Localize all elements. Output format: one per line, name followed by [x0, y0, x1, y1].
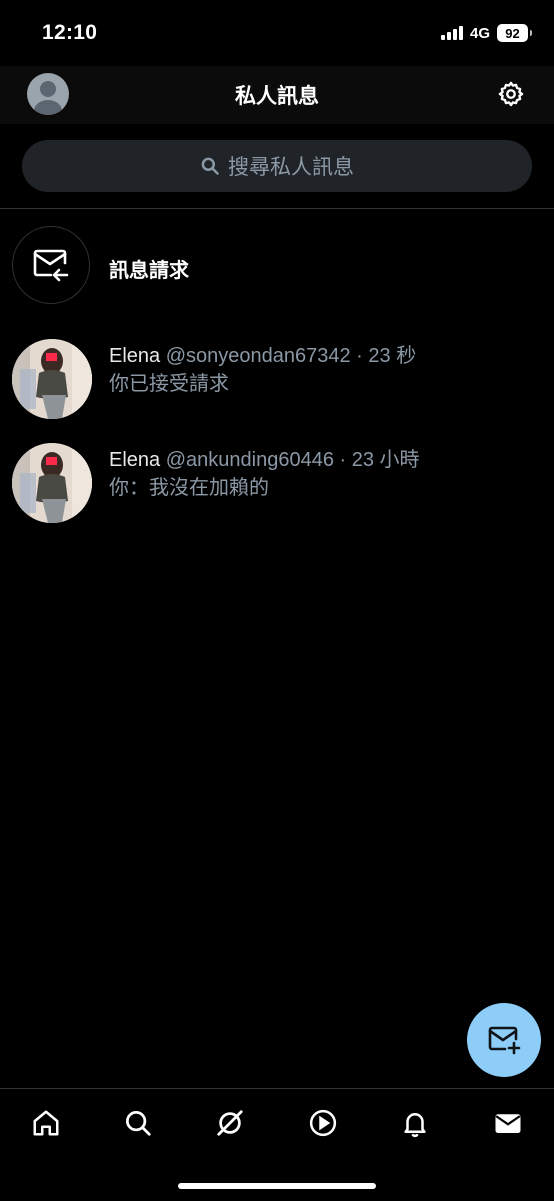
new-message-button[interactable] — [467, 1003, 541, 1077]
grok-icon[interactable] — [214, 1107, 246, 1139]
conversation-preview: 你已接受請求 — [109, 373, 229, 395]
search-area: 搜尋私人訊息 — [0, 124, 554, 208]
conversation-item[interactable]: Elena @sonyeondan67342 · 23 秒 你已接受請求 — [0, 339, 554, 423]
new-message-icon — [488, 1026, 521, 1055]
network-type: 4G — [469, 24, 490, 42]
status-bar: 12:10 4G 92 — [0, 0, 554, 66]
conversation-meta: @ankunding60446 · 23 小時 — [165, 449, 420, 471]
battery-icon: 92 — [497, 24, 532, 42]
battery-level: 92 — [505, 25, 520, 41]
gear-icon[interactable] — [495, 78, 527, 110]
search-placeholder: 搜尋私人訊息 — [228, 156, 354, 179]
status-indicators: 4G 92 — [440, 24, 532, 42]
message-requests-label: 訊息請求 — [109, 260, 189, 282]
conversation-meta: @sonyeondan67342 · 23 秒 — [165, 345, 417, 367]
search-icon — [201, 157, 219, 175]
home-indicator — [178, 1183, 376, 1189]
conversation-header: Elena @ankunding60446 · 23 小時 — [109, 443, 420, 472]
conversation-name: Elena — [109, 345, 161, 367]
envelope-icon[interactable] — [492, 1107, 524, 1139]
status-time: 12:10 — [42, 21, 98, 44]
conversation-header: Elena @sonyeondan67342 · 23 秒 — [109, 339, 416, 368]
header: 私人訊息 — [0, 66, 554, 124]
page-title: 私人訊息 — [235, 85, 319, 108]
conversation-item[interactable]: Elena @ankunding60446 · 23 小時 你：我沒在加賴的 — [0, 443, 554, 527]
bell-icon[interactable] — [399, 1107, 431, 1139]
conversation-name: Elena — [109, 449, 161, 471]
envelope-arrow-icon — [12, 226, 90, 304]
play-icon[interactable] — [307, 1107, 339, 1139]
divider — [0, 208, 554, 209]
search-input[interactable]: 搜尋私人訊息 — [22, 140, 532, 192]
avatar[interactable] — [12, 339, 92, 419]
search-icon[interactable] — [122, 1107, 154, 1139]
message-requests-row[interactable]: 訊息請求 — [0, 226, 554, 306]
avatar[interactable] — [12, 443, 92, 523]
conversation-preview: 你：我沒在加賴的 — [109, 477, 269, 499]
signal-icon — [440, 26, 463, 40]
home-icon[interactable] — [30, 1107, 62, 1139]
